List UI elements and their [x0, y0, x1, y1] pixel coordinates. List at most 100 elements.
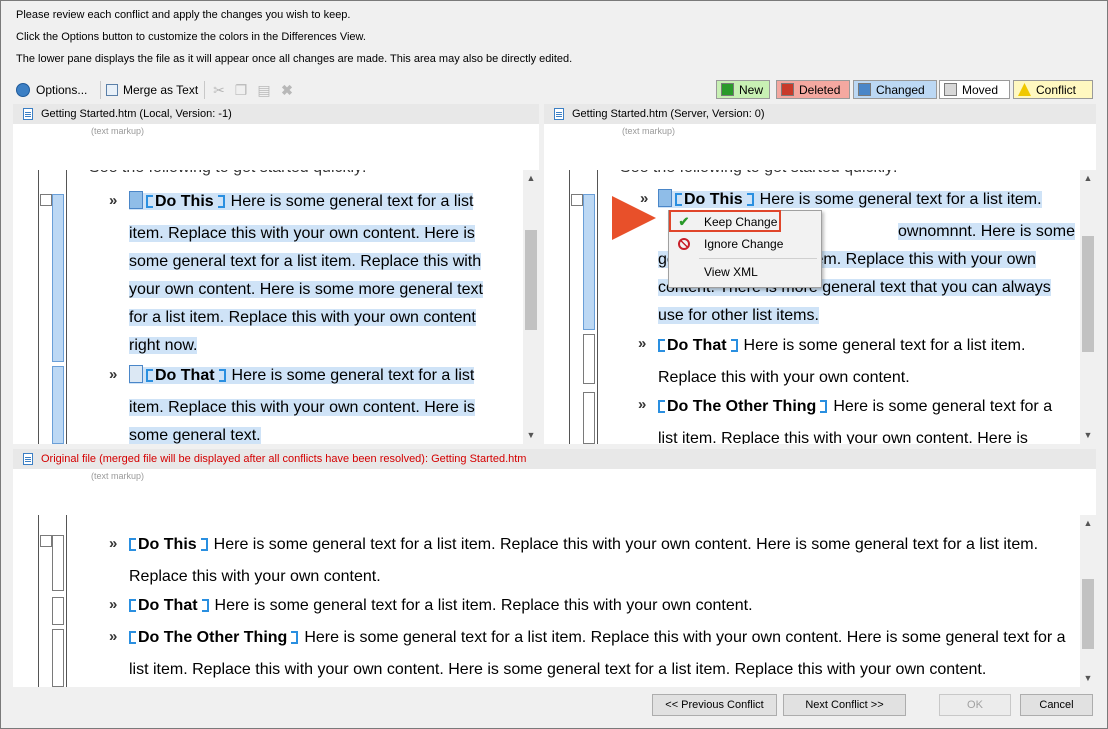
- item-line: Here is some general text for a: [833, 398, 1053, 415]
- change-marker-icon[interactable]: [129, 191, 143, 209]
- bottom-markup-label: (text markup): [91, 471, 145, 481]
- item-line: use for other list items.: [658, 307, 819, 324]
- legend-moved: Moved: [939, 80, 1010, 99]
- toolbar-separator: [100, 81, 101, 99]
- new-icon: [721, 83, 734, 96]
- legend-moved-label: Moved: [962, 82, 999, 97]
- tag-open-icon: [658, 400, 665, 413]
- legend-new: New: [716, 80, 770, 99]
- item-heading: Do That: [138, 597, 198, 614]
- previous-conflict-button[interactable]: << Previous Conflict: [652, 694, 777, 716]
- tag-open-icon: [675, 193, 682, 206]
- right-pane-header: Getting Started.htm (Server, Version: 0): [544, 104, 1096, 124]
- copy-icon[interactable]: ❐: [234, 83, 248, 97]
- options-label: Options...: [36, 83, 88, 97]
- gutter-line: [66, 170, 67, 444]
- merge-as-text-button[interactable]: Merge as Text: [106, 81, 198, 99]
- instruction-line-3: The lower pane displays the file as it w…: [16, 53, 573, 65]
- document-icon: [23, 453, 33, 465]
- scroll-down-icon[interactable]: ▼: [1080, 673, 1096, 683]
- right-pane-title: Getting Started.htm (Server, Version: 0): [572, 108, 765, 120]
- left-markup-label: (text markup): [91, 126, 145, 136]
- menu-item-view-xml[interactable]: View XML: [669, 262, 821, 282]
- item-heading: Do The Other Thing: [667, 398, 817, 415]
- legend-conflict: Conflict: [1013, 80, 1093, 99]
- scroll-thumb[interactable]: [1082, 236, 1094, 352]
- item-heading: Do That: [155, 367, 215, 384]
- item-line: some general text.: [129, 427, 261, 444]
- document-icon: [554, 108, 564, 120]
- change-marker-icon[interactable]: [129, 365, 143, 383]
- merged-content-pane[interactable]: » Do This Here is some general text for a…: [13, 515, 1096, 687]
- next-conflict-button[interactable]: Next Conflict >>: [783, 694, 906, 716]
- right-item-do-the-other-thing: Do The Other Thing Here is some general t…: [658, 393, 1078, 444]
- merged-item-do-this: Do This Here is some general text for a l…: [129, 531, 1079, 591]
- options-button[interactable]: Options...: [16, 81, 87, 99]
- item-line: list item. Replace this with your own co…: [129, 661, 987, 678]
- menu-item-label: Ignore Change: [704, 237, 784, 251]
- callout-arrow-icon: [612, 196, 656, 240]
- instruction-line-1: Please review each conflict and apply th…: [16, 9, 351, 21]
- gutter-marker: [40, 535, 52, 547]
- scroll-down-icon[interactable]: ▼: [1080, 430, 1096, 440]
- scroll-thumb[interactable]: [1082, 579, 1094, 649]
- change-marker-icon[interactable]: [658, 189, 672, 207]
- gutter-marker: [52, 535, 64, 591]
- left-scrollbar[interactable]: ▲ ▼: [523, 170, 539, 444]
- left-partial-line: See the following to get started quickly…: [89, 170, 367, 182]
- scroll-thumb[interactable]: [525, 230, 537, 330]
- tag-open-icon: [146, 195, 153, 208]
- gutter-marker: [571, 194, 583, 206]
- item-line: list item. Replace this with your own co…: [658, 430, 1028, 444]
- tag-close-icon: [746, 193, 754, 206]
- tag-open-icon: [129, 538, 136, 551]
- options-icon: [16, 83, 30, 97]
- scroll-up-icon[interactable]: ▲: [1080, 173, 1096, 183]
- item-line: Here is some general text for a list: [230, 193, 474, 210]
- menu-item-label: View XML: [704, 265, 758, 279]
- merge-label: Merge as Text: [123, 83, 199, 97]
- bullet: »: [638, 335, 647, 352]
- legend-conflict-label: Conflict: [1036, 82, 1077, 97]
- right-markup-label: (text markup): [622, 126, 676, 136]
- scroll-up-icon[interactable]: ▲: [1080, 518, 1096, 528]
- cut-icon[interactable]: ✂: [212, 83, 226, 97]
- bullet: »: [109, 628, 118, 645]
- legend-deleted: Deleted: [776, 80, 850, 99]
- item-heading: Do This: [138, 536, 197, 553]
- right-scrollbar[interactable]: ▲ ▼: [1080, 170, 1096, 444]
- prohibited-icon: [677, 237, 691, 251]
- item-line: Here is some general text for a list: [231, 367, 475, 384]
- tag-close-icon: [730, 339, 738, 352]
- bullet: »: [109, 366, 118, 383]
- item-line: item. Replace this with your own content…: [129, 399, 475, 416]
- item-line: Here is some general text for a list ite…: [743, 337, 1026, 354]
- moved-icon: [944, 83, 957, 96]
- ok-button[interactable]: OK: [939, 694, 1011, 716]
- gutter-line: [38, 170, 39, 444]
- gutter-line: [569, 170, 570, 444]
- cancel-button[interactable]: Cancel: [1020, 694, 1093, 716]
- menu-item-ignore-change[interactable]: Ignore Change: [669, 234, 821, 254]
- scroll-up-icon[interactable]: ▲: [523, 173, 539, 183]
- bottom-gutter: [38, 515, 68, 687]
- item-line: for a list item. Replace this with your …: [129, 309, 476, 326]
- bottom-scrollbar[interactable]: ▲ ▼: [1080, 515, 1096, 687]
- left-content-pane[interactable]: See the following to get started quickly…: [13, 170, 539, 444]
- item-heading: Do The Other Thing: [138, 629, 288, 646]
- left-markup-area: (text markup): [13, 124, 539, 170]
- gutter-marker: [583, 334, 595, 384]
- instruction-line-2: Click the Options button to customize th…: [16, 31, 366, 43]
- right-gutter: [569, 170, 599, 444]
- paste-icon[interactable]: ▤: [257, 83, 271, 97]
- merged-item-do-the-other-thing: Do The Other Thing Here is some general t…: [129, 624, 1079, 684]
- scroll-down-icon[interactable]: ▼: [523, 430, 539, 440]
- item-line: ownomnnt. Here is some: [898, 223, 1075, 240]
- bullet: »: [109, 192, 118, 209]
- gutter-line: [38, 515, 39, 687]
- delete-icon[interactable]: ✖: [280, 83, 294, 97]
- legend-changed-label: Changed: [876, 82, 925, 97]
- tag-open-icon: [129, 631, 136, 644]
- left-gutter: [38, 170, 68, 444]
- item-heading: Do This: [155, 193, 214, 210]
